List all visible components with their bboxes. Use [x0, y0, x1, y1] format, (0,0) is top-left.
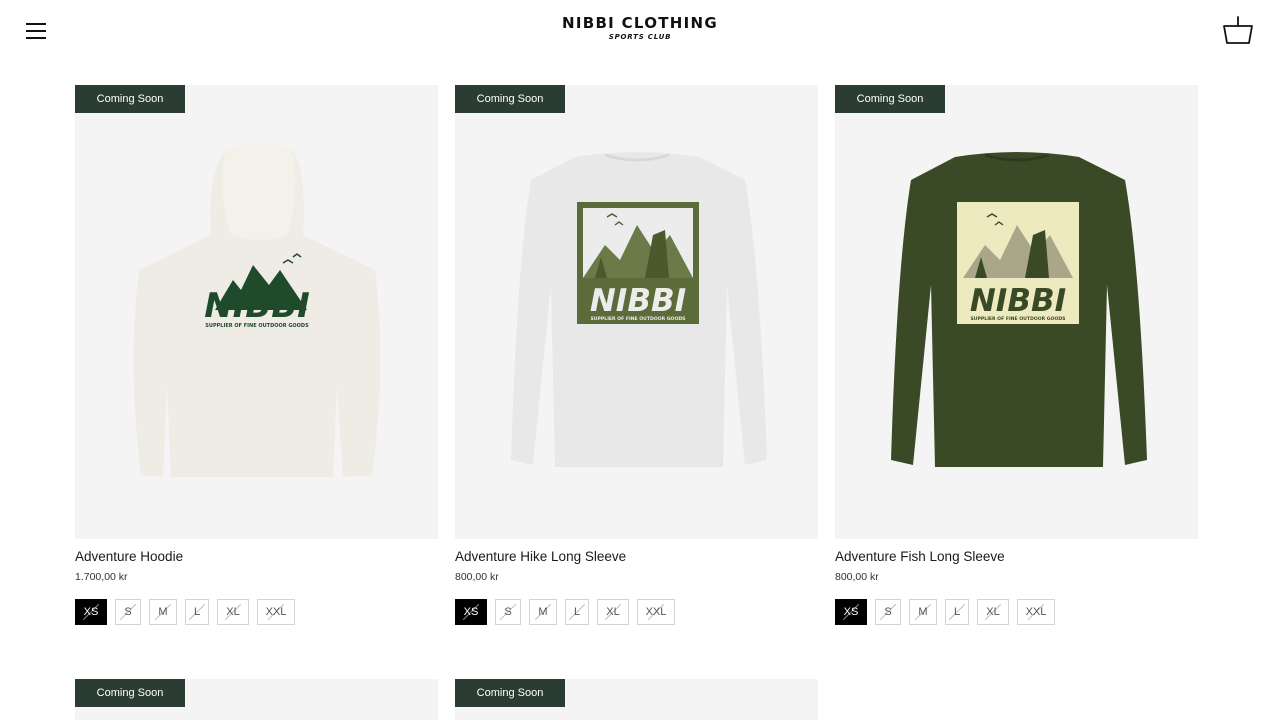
size-label: S [124, 606, 132, 618]
size-option-xxl[interactable]: XXL [257, 599, 295, 625]
size-option-xxl[interactable]: XXL [637, 599, 675, 625]
size-option-m[interactable]: M [909, 599, 937, 625]
size-option-s[interactable]: S [115, 599, 141, 625]
garment-illustration: NIBBISUPPLIER OF FINE OUTDOOR GOODS [891, 152, 1147, 467]
size-label: L [193, 606, 201, 618]
product-price: 1.700,00 kr [75, 571, 128, 583]
product-title[interactable]: Adventure Hike Long Sleeve [455, 549, 626, 564]
size-label: XL [226, 606, 240, 618]
basket-icon[interactable] [1221, 15, 1255, 47]
brand-logo[interactable]: NIBBI CLOTHING SPORTS CLUB [520, 14, 760, 41]
size-label: XS [463, 606, 479, 618]
size-option-xl[interactable]: XL [597, 599, 629, 625]
product-title[interactable]: Adventure Fish Long Sleeve [835, 549, 1005, 564]
hood-shape [222, 143, 296, 240]
coming-soon-badge: Coming Soon [455, 85, 565, 113]
size-option-l[interactable]: L [185, 599, 209, 625]
size-label: S [504, 606, 512, 618]
print-logo-text: NIBBI [204, 286, 310, 326]
print-logo-text: NIBBI [590, 283, 686, 319]
product-card[interactable]: Coming Soon [75, 679, 438, 720]
size-option-l[interactable]: L [945, 599, 969, 625]
product-image[interactable]: NIBBI SUPPLIER OF FINE OUTDOOR GOODS Comi… [75, 85, 438, 539]
size-label: L [573, 606, 581, 618]
size-option-xs[interactable]: XS [835, 599, 867, 625]
coming-soon-badge: Coming Soon [455, 679, 565, 707]
site-header: NIBBI CLOTHING SPORTS CLUB [0, 0, 1280, 64]
size-label: XL [986, 606, 1000, 618]
garment-illustration: NIBBISUPPLIER OF FINE OUTDOOR GOODS [511, 152, 767, 467]
size-label: L [953, 606, 961, 618]
size-option-xl[interactable]: XL [977, 599, 1009, 625]
size-label: M [538, 606, 548, 618]
size-label: M [918, 606, 928, 618]
size-selector: XS S M L XL XXL [75, 599, 295, 625]
hamburger-menu-icon[interactable] [26, 21, 48, 41]
size-selector: XS S M L XL XXL [835, 599, 1055, 625]
size-label: XXL [265, 606, 287, 618]
print-logo-text: NIBBI [970, 283, 1066, 319]
print-tagline: SUPPLIER OF FINE OUTDOOR GOODS [205, 323, 309, 329]
garment-illustration: NIBBISUPPLIER OF FINE OUTDOOR GOODS [133, 143, 381, 477]
size-label: XXL [1025, 606, 1047, 618]
brand-subtitle: SPORTS CLUB [608, 33, 672, 41]
size-selector: XS S M L XL XXL [455, 599, 675, 625]
product-image[interactable]: Coming Soon [75, 679, 438, 720]
product-image[interactable]: NIBBI SUPPLIER OF FINE OUTDOOR GOODS Comi… [835, 85, 1198, 539]
size-option-m[interactable]: M [149, 599, 177, 625]
print-tagline: SUPPLIER OF FINE OUTDOOR GOODS [591, 316, 686, 322]
size-option-xs[interactable]: XS [455, 599, 487, 625]
brand-title: NIBBI CLOTHING [561, 14, 719, 32]
size-label: XXL [645, 606, 667, 618]
size-option-l[interactable]: L [565, 599, 589, 625]
size-option-xxl[interactable]: XXL [1017, 599, 1055, 625]
coming-soon-badge: Coming Soon [835, 85, 945, 113]
size-label: XS [83, 606, 99, 618]
size-option-s[interactable]: S [495, 599, 521, 625]
size-option-xl[interactable]: XL [217, 599, 249, 625]
size-label: S [884, 606, 892, 618]
product-image[interactable]: NIBBI SUPPLIER OF FINE OUTDOOR GOODS Comi… [455, 85, 818, 539]
size-option-xs[interactable]: XS [75, 599, 107, 625]
product-title[interactable]: Adventure Hoodie [75, 549, 183, 564]
product-image[interactable]: Coming Soon [455, 679, 818, 720]
coming-soon-badge: Coming Soon [75, 85, 185, 113]
size-label: M [158, 606, 168, 618]
print-tagline: SUPPLIER OF FINE OUTDOOR GOODS [971, 316, 1066, 322]
coming-soon-badge: Coming Soon [75, 679, 185, 707]
size-option-m[interactable]: M [529, 599, 557, 625]
product-card[interactable]: Coming Soon [455, 679, 818, 720]
size-label: XL [606, 606, 620, 618]
product-price: 800,00 kr [455, 571, 499, 583]
size-option-s[interactable]: S [875, 599, 901, 625]
size-label: XS [843, 606, 859, 618]
product-price: 800,00 kr [835, 571, 879, 583]
